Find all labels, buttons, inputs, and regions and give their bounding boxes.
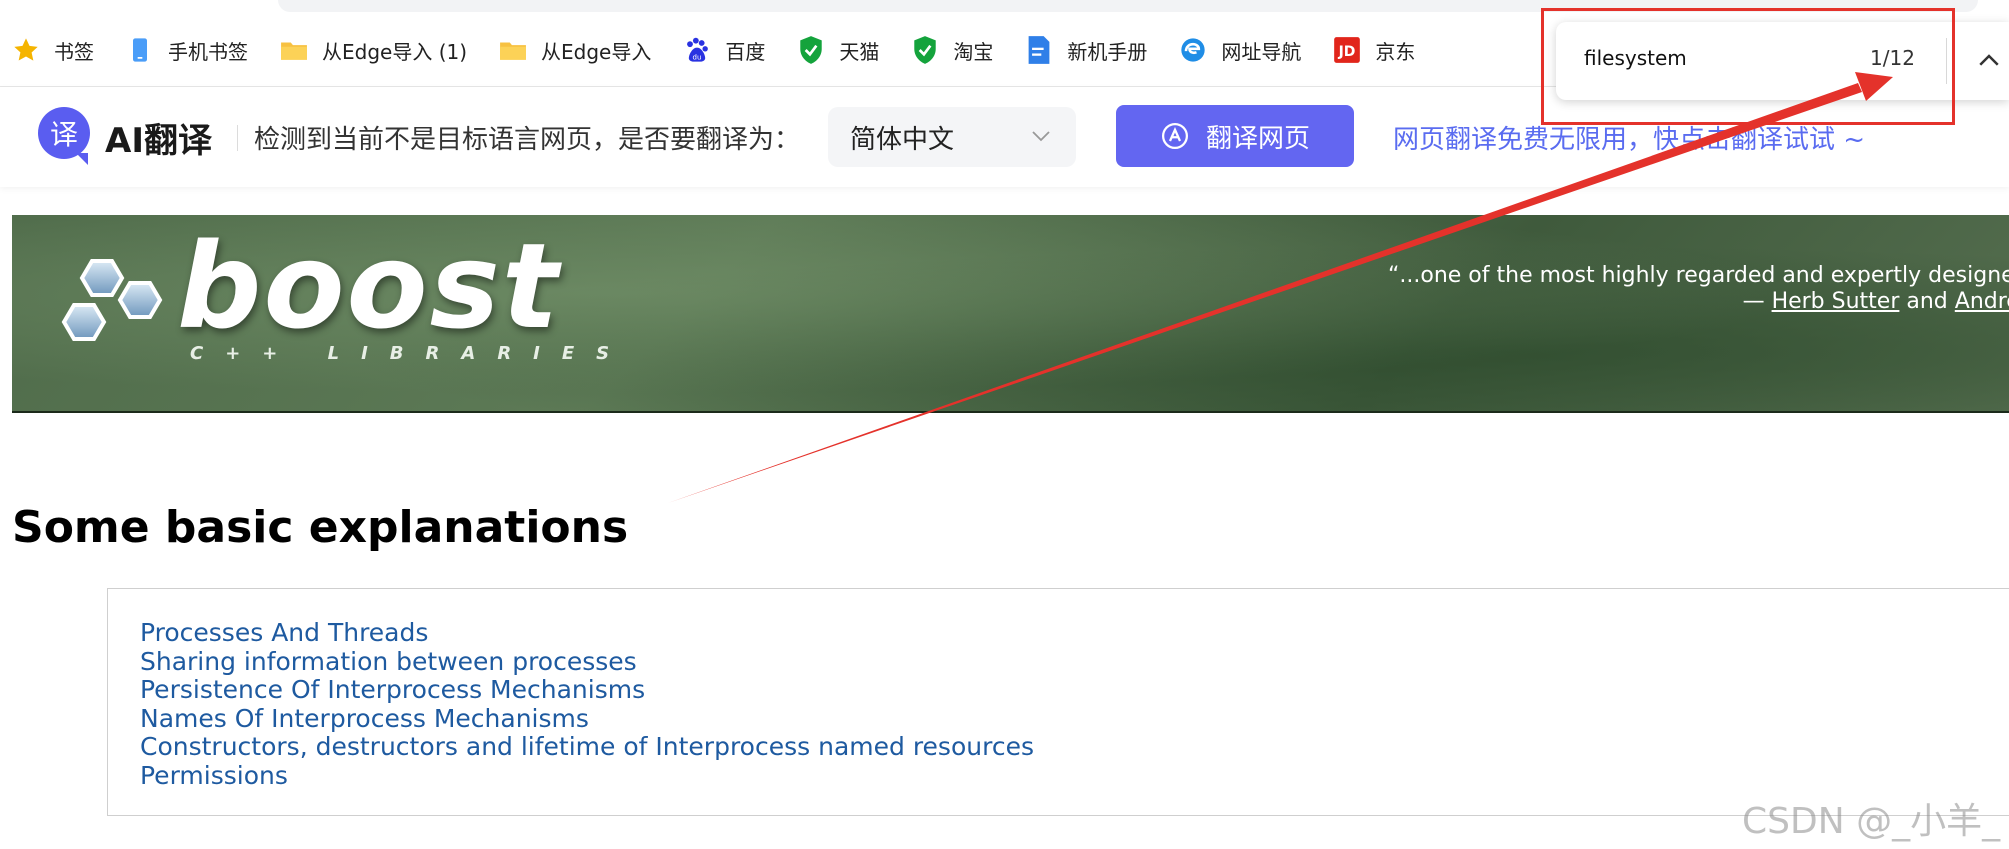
toc-link-sharing-information[interactable]: Sharing information between processes	[140, 647, 2009, 677]
banner-quote-text: “...one of the most highly regarded and …	[1388, 263, 2009, 288]
bookmark-item-edge-import[interactable]: 从Edge导入	[499, 30, 651, 70]
bookmark-item-taobao[interactable]: 淘宝	[911, 30, 993, 70]
chevron-down-icon	[1030, 125, 1052, 151]
author-link-herb-sutter[interactable]: Herb Sutter	[1772, 289, 1900, 314]
bookmark-item-nav[interactable]: 网址导航	[1179, 30, 1301, 70]
svg-text:JD: JD	[1338, 44, 1356, 60]
bookmark-label: 网址导航	[1221, 39, 1302, 64]
banner-quote-attribution: — Herb Sutter and Andrei A	[1388, 289, 2009, 315]
csdn-watermark: CSDN @_小羊_	[1742, 801, 2001, 842]
phone-icon	[126, 36, 154, 64]
shield-check-icon	[911, 36, 939, 64]
bookmark-item-edge-import-1[interactable]: 从Edge导入 (1)	[280, 30, 467, 70]
boost-logo-hexagons-icon	[54, 257, 174, 371]
bookmark-label: 书签	[54, 39, 94, 64]
boost-banner: boost C++ LIBRARIES “...one of the most …	[12, 215, 2009, 413]
edge-icon	[1179, 36, 1207, 64]
table-of-contents: Processes And Threads Sharing informatio…	[107, 588, 2009, 816]
bookmark-item-mobile[interactable]: 手机书签	[126, 30, 248, 70]
boost-logo-text: boost	[177, 217, 561, 355]
bookmark-label: 从Edge导入	[541, 39, 652, 64]
toc-link-permissions[interactable]: Permissions	[140, 761, 2009, 791]
toc-link-processes-threads[interactable]: Processes And Threads	[140, 618, 2009, 648]
bookmark-label: 百度	[725, 39, 766, 64]
bookmark-label: 新机手册	[1067, 39, 1148, 64]
banner-quote: “...one of the most highly regarded and …	[1388, 263, 2009, 315]
toc-link-names[interactable]: Names Of Interprocess Mechanisms	[140, 704, 2009, 734]
bookmark-label: 从Edge导入 (1)	[322, 39, 468, 64]
translate-page-button[interactable]: 翻译网页	[1116, 105, 1354, 167]
language-select-value: 简体中文	[850, 124, 955, 155]
browser-window: 书签 手机书签 从Edge导入 (1) 从Edge导入 du 百度 天猫 淘宝 …	[0, 0, 2009, 849]
bookmark-label: 京东	[1375, 39, 1416, 64]
language-select[interactable]: 简体中文	[828, 107, 1076, 167]
star-icon	[12, 36, 40, 64]
document-icon	[1025, 36, 1053, 64]
bookmark-label: 淘宝	[953, 39, 994, 64]
bookmark-item-bookmarks[interactable]: 书签	[12, 30, 94, 70]
translate-logo-icon: 译	[38, 107, 90, 165]
translate-page-button-label: 翻译网页	[1205, 123, 1310, 154]
attribution-prefix: —	[1742, 289, 1772, 314]
translate-question: 检测到当前不是目标语言网页，是否要翻译为：	[254, 125, 801, 155]
bookmark-label: 天猫	[839, 39, 880, 64]
translate-title: AI翻译	[105, 121, 212, 161]
attribution-and: and	[1899, 289, 1955, 314]
bookmark-item-baidu[interactable]: du 百度	[683, 30, 765, 70]
bookmark-label: 手机书签	[168, 39, 248, 64]
svg-text:du: du	[693, 53, 702, 61]
bookmark-item-tmall[interactable]: 天猫	[797, 30, 879, 70]
translate-icon	[1160, 121, 1190, 151]
bookmark-item-jd[interactable]: JD 京东	[1333, 30, 1415, 70]
toc-link-persistence[interactable]: Persistence Of Interprocess Mechanisms	[140, 675, 2009, 705]
jd-icon: JD	[1333, 36, 1361, 64]
translate-divider	[237, 125, 238, 151]
folder-icon	[280, 36, 308, 64]
baidu-icon: du	[683, 36, 711, 64]
toc-link-constructors-lifetime[interactable]: Constructors, destructors and lifetime o…	[140, 732, 2009, 762]
boost-logo-subtitle: C++ LIBRARIES	[190, 343, 632, 364]
author-link-andrei[interactable]: Andrei A	[1955, 289, 2009, 314]
bookmark-item-manual[interactable]: 新机手册	[1025, 30, 1147, 70]
folder-icon	[499, 36, 527, 64]
chevron-up-icon[interactable]	[1974, 46, 2004, 76]
page-heading: Some basic explanations	[12, 502, 629, 553]
annotation-highlight-box	[1541, 8, 1955, 125]
shield-check-icon	[797, 36, 825, 64]
